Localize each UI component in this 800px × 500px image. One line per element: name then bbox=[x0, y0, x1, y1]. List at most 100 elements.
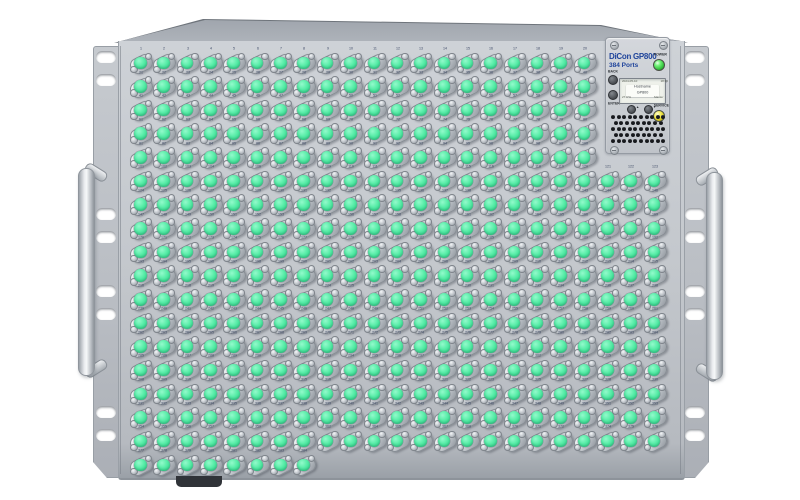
mounting-slot bbox=[685, 208, 705, 220]
port-number-label: 68 bbox=[295, 118, 314, 122]
grille-hole bbox=[636, 133, 640, 137]
port-number-label: 230 bbox=[458, 284, 477, 288]
port-lug-icon bbox=[261, 171, 269, 179]
fiber-port: 375 bbox=[620, 431, 642, 451]
fiber-port: 136 bbox=[410, 195, 432, 215]
port-number-label: 377 bbox=[131, 449, 150, 453]
port-number-label: 281 bbox=[575, 331, 594, 335]
fiber-port: 8 bbox=[293, 53, 315, 73]
port-number-label: 140 bbox=[505, 189, 524, 193]
port-number-label: 29 bbox=[318, 71, 337, 75]
port-lug-icon bbox=[191, 455, 199, 463]
fiber-port: 140 bbox=[504, 195, 526, 215]
port-number-label: 318 bbox=[365, 378, 384, 382]
port-number-label: 221 bbox=[248, 284, 267, 288]
fiber-connector-icon bbox=[251, 151, 264, 164]
fiber-port: 205 bbox=[410, 266, 432, 286]
fiber-port: 364 bbox=[364, 431, 386, 451]
fiber-connector-icon bbox=[601, 388, 614, 401]
port-number-label: 251 bbox=[412, 307, 431, 311]
fiber-connector-icon bbox=[578, 127, 591, 140]
grille-hole bbox=[656, 127, 660, 131]
fiber-connector-icon bbox=[368, 151, 381, 164]
fiber-connector-icon bbox=[321, 151, 334, 164]
port-lug-icon bbox=[401, 218, 409, 226]
fiber-connector-icon bbox=[508, 269, 521, 282]
port-number-label: 79 bbox=[552, 118, 571, 122]
port-number-label: 180 bbox=[365, 236, 384, 240]
port-number-label: 125 bbox=[155, 189, 174, 193]
fiber-connector-icon bbox=[368, 293, 381, 306]
port-number-label: 168 bbox=[622, 213, 641, 217]
port-number-label: 266 bbox=[225, 331, 244, 335]
port-number-label: 35 bbox=[458, 71, 477, 75]
port-lug-icon bbox=[401, 76, 409, 84]
fiber-connector-icon bbox=[601, 293, 614, 306]
port-number-label: 2 bbox=[155, 47, 174, 51]
fiber-connector-icon bbox=[134, 246, 147, 259]
fiber-connector-icon bbox=[204, 388, 217, 401]
port-number-label: 114 bbox=[435, 165, 454, 169]
menu-down-button[interactable] bbox=[644, 105, 653, 114]
port-number-label: 275 bbox=[435, 331, 454, 335]
back-button[interactable] bbox=[608, 75, 618, 85]
port-number-label: 264 bbox=[178, 331, 197, 335]
fiber-connector-icon bbox=[297, 340, 310, 353]
port-lug-icon bbox=[541, 147, 549, 155]
port-number-label: 218 bbox=[178, 284, 197, 288]
fiber-connector-icon bbox=[227, 459, 240, 472]
fiber-connector-icon bbox=[578, 293, 591, 306]
port-number-label: 324 bbox=[505, 378, 524, 382]
port-number-label: 351 bbox=[598, 402, 617, 406]
port-number-label: 182 bbox=[412, 236, 431, 240]
fiber-port: 129 bbox=[247, 195, 269, 215]
port-number-label: 228 bbox=[412, 284, 431, 288]
port-lug-icon bbox=[471, 147, 479, 155]
fiber-connector-icon bbox=[368, 246, 381, 259]
port-number-label: 57 bbox=[505, 94, 524, 98]
port-number-label: 178 bbox=[318, 236, 337, 240]
fiber-connector-icon bbox=[648, 340, 661, 353]
port-number-label: 265 bbox=[201, 331, 220, 335]
fiber-connector-icon bbox=[344, 388, 357, 401]
port-number-label: 220 bbox=[225, 284, 244, 288]
fiber-port: 80 bbox=[574, 124, 596, 144]
fiber-connector-icon bbox=[391, 269, 404, 282]
port-lug-icon bbox=[541, 384, 549, 392]
port-number-label: 283 bbox=[622, 331, 641, 335]
enter-button[interactable] bbox=[608, 90, 618, 100]
port-lug-icon bbox=[658, 171, 666, 179]
port-number-label: 323 bbox=[482, 378, 501, 382]
port-number-label: 302 bbox=[528, 354, 547, 358]
mounting-slot bbox=[685, 406, 705, 418]
port-number-label: 263 bbox=[155, 331, 174, 335]
grille-hole bbox=[617, 127, 621, 131]
port-lug-icon bbox=[378, 53, 386, 61]
port-number-label: 78 bbox=[528, 118, 547, 122]
faceplate-seam-right bbox=[680, 46, 681, 474]
fiber-connector-icon bbox=[274, 80, 287, 93]
port-number-label: 106 bbox=[248, 165, 267, 169]
port-number-label: 212 bbox=[575, 260, 594, 264]
port-lug-icon bbox=[658, 313, 666, 321]
grille-hole bbox=[653, 133, 657, 137]
port-number-label: 8 bbox=[295, 47, 314, 51]
port-number-label: 268 bbox=[271, 331, 290, 335]
fiber-connector-icon bbox=[414, 175, 427, 188]
fiber-connector-icon bbox=[554, 104, 567, 117]
port-number-label: 371 bbox=[528, 425, 547, 429]
menu-up-button[interactable] bbox=[627, 105, 636, 114]
fiber-connector-icon bbox=[484, 340, 497, 353]
fiber-port: 18 bbox=[527, 53, 549, 73]
port-number-label: 203 bbox=[365, 260, 384, 264]
fiber-port: 199 bbox=[270, 266, 292, 286]
fiber-connector-icon bbox=[274, 127, 287, 140]
port-number-label: 107 bbox=[271, 165, 290, 169]
fiber-connector-icon bbox=[414, 246, 427, 259]
fiber-connector-icon bbox=[554, 80, 567, 93]
port-number-label: 66 bbox=[248, 118, 267, 122]
port-number-label: 213 bbox=[598, 260, 617, 264]
port-number-label: 133 bbox=[342, 189, 361, 193]
port-number-label: 171 bbox=[155, 236, 174, 240]
handle-left bbox=[78, 168, 95, 376]
